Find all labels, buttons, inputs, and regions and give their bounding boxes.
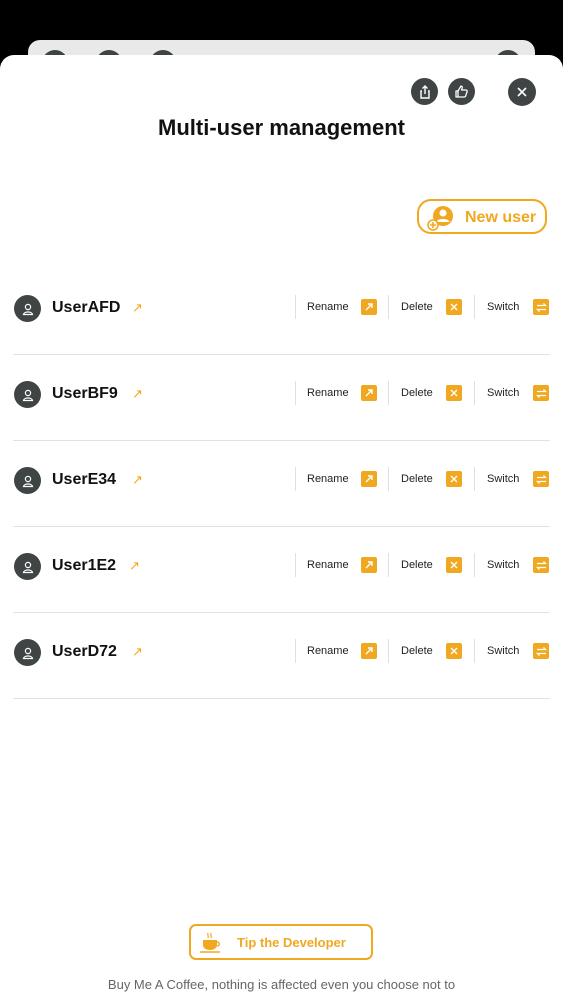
divider — [474, 295, 475, 319]
divider — [474, 467, 475, 491]
user-name: User1E2 — [52, 557, 117, 574]
switch-button[interactable]: Switch — [487, 387, 519, 399]
new-user-button[interactable]: New user — [417, 199, 547, 234]
tip-developer-button[interactable]: Tip the Developer — [189, 924, 373, 960]
divider — [388, 467, 389, 491]
open-arrow-icon[interactable]: ↗ — [132, 472, 143, 488]
share-button[interactable] — [411, 78, 438, 105]
divider — [388, 295, 389, 319]
user-name: UserBF9 — [52, 385, 118, 402]
rename-button[interactable]: Rename — [307, 473, 349, 485]
delete-icon[interactable] — [446, 299, 462, 315]
rename-icon[interactable] — [361, 557, 377, 573]
divider — [295, 467, 296, 491]
user-icon — [22, 561, 33, 573]
user-row: UserD72 ↗ Rename Delete Switch — [13, 612, 550, 699]
divider — [295, 295, 296, 319]
divider — [388, 553, 389, 577]
rename-icon[interactable] — [361, 385, 377, 401]
rename-icon[interactable] — [361, 643, 377, 659]
delete-button[interactable]: Delete — [401, 559, 433, 571]
rename-button[interactable]: Rename — [307, 645, 349, 657]
user-name: UserAFD — [52, 299, 121, 316]
open-arrow-icon[interactable]: ↗ — [129, 558, 140, 574]
user-icon — [22, 303, 33, 315]
rename-icon[interactable] — [361, 299, 377, 315]
open-arrow-icon[interactable]: ↗ — [132, 644, 143, 660]
delete-icon[interactable] — [446, 643, 462, 659]
rename-button[interactable]: Rename — [307, 387, 349, 399]
switch-button[interactable]: Switch — [487, 645, 519, 657]
delete-icon[interactable] — [446, 557, 462, 573]
user-row: User1E2 ↗ Rename Delete Switch — [13, 526, 550, 613]
user-row: UserBF9 ↗ Rename Delete Switch — [13, 354, 550, 441]
delete-icon[interactable] — [446, 471, 462, 487]
divider — [474, 639, 475, 663]
open-arrow-icon[interactable]: ↗ — [132, 300, 143, 316]
avatar — [14, 639, 41, 666]
open-arrow-icon[interactable]: ↗ — [132, 386, 143, 402]
avatar — [14, 381, 41, 408]
user-icon — [22, 475, 33, 487]
delete-button[interactable]: Delete — [401, 473, 433, 485]
switch-button[interactable]: Switch — [487, 559, 519, 571]
multi-user-sheet: Multi-user management New user UserAFD ↗… — [0, 55, 563, 1000]
share-icon — [419, 84, 430, 99]
footer-note: Buy Me A Coffee, nothing is affected eve… — [107, 977, 456, 992]
divider — [474, 553, 475, 577]
switch-button[interactable]: Switch — [487, 301, 519, 313]
tip-label: Tip the Developer — [237, 935, 346, 950]
new-user-label: New user — [465, 209, 537, 226]
user-name: UserE34 — [52, 471, 117, 488]
user-icon — [22, 647, 33, 659]
like-button[interactable] — [448, 78, 475, 105]
delete-button[interactable]: Delete — [401, 301, 433, 313]
switch-button[interactable]: Switch — [487, 473, 519, 485]
divider — [295, 553, 296, 577]
switch-icon[interactable] — [533, 299, 549, 315]
delete-button[interactable]: Delete — [401, 387, 433, 399]
rename-icon[interactable] — [361, 471, 377, 487]
divider — [474, 381, 475, 405]
close-button[interactable] — [508, 78, 536, 106]
add-user-icon — [427, 206, 453, 231]
user-icon — [22, 389, 33, 401]
delete-icon[interactable] — [446, 385, 462, 401]
user-row: UserAFD ↗ Rename Delete Switch — [13, 268, 550, 355]
rename-button[interactable]: Rename — [307, 301, 349, 313]
delete-button[interactable]: Delete — [401, 645, 433, 657]
divider — [388, 381, 389, 405]
user-row: UserE34 ↗ Rename Delete Switch — [13, 440, 550, 527]
rename-button[interactable]: Rename — [307, 559, 349, 571]
divider — [388, 639, 389, 663]
switch-icon[interactable] — [533, 385, 549, 401]
switch-icon[interactable] — [533, 643, 549, 659]
page-title: Multi-user management — [158, 115, 405, 140]
coffee-icon — [200, 932, 220, 953]
avatar — [14, 553, 41, 580]
switch-icon[interactable] — [533, 471, 549, 487]
divider — [295, 381, 296, 405]
avatar — [14, 295, 41, 322]
divider — [295, 639, 296, 663]
switch-icon[interactable] — [533, 557, 549, 573]
thumbs-up-icon — [455, 85, 468, 98]
user-name: UserD72 — [52, 643, 117, 660]
close-icon — [517, 87, 527, 97]
avatar — [14, 467, 41, 494]
